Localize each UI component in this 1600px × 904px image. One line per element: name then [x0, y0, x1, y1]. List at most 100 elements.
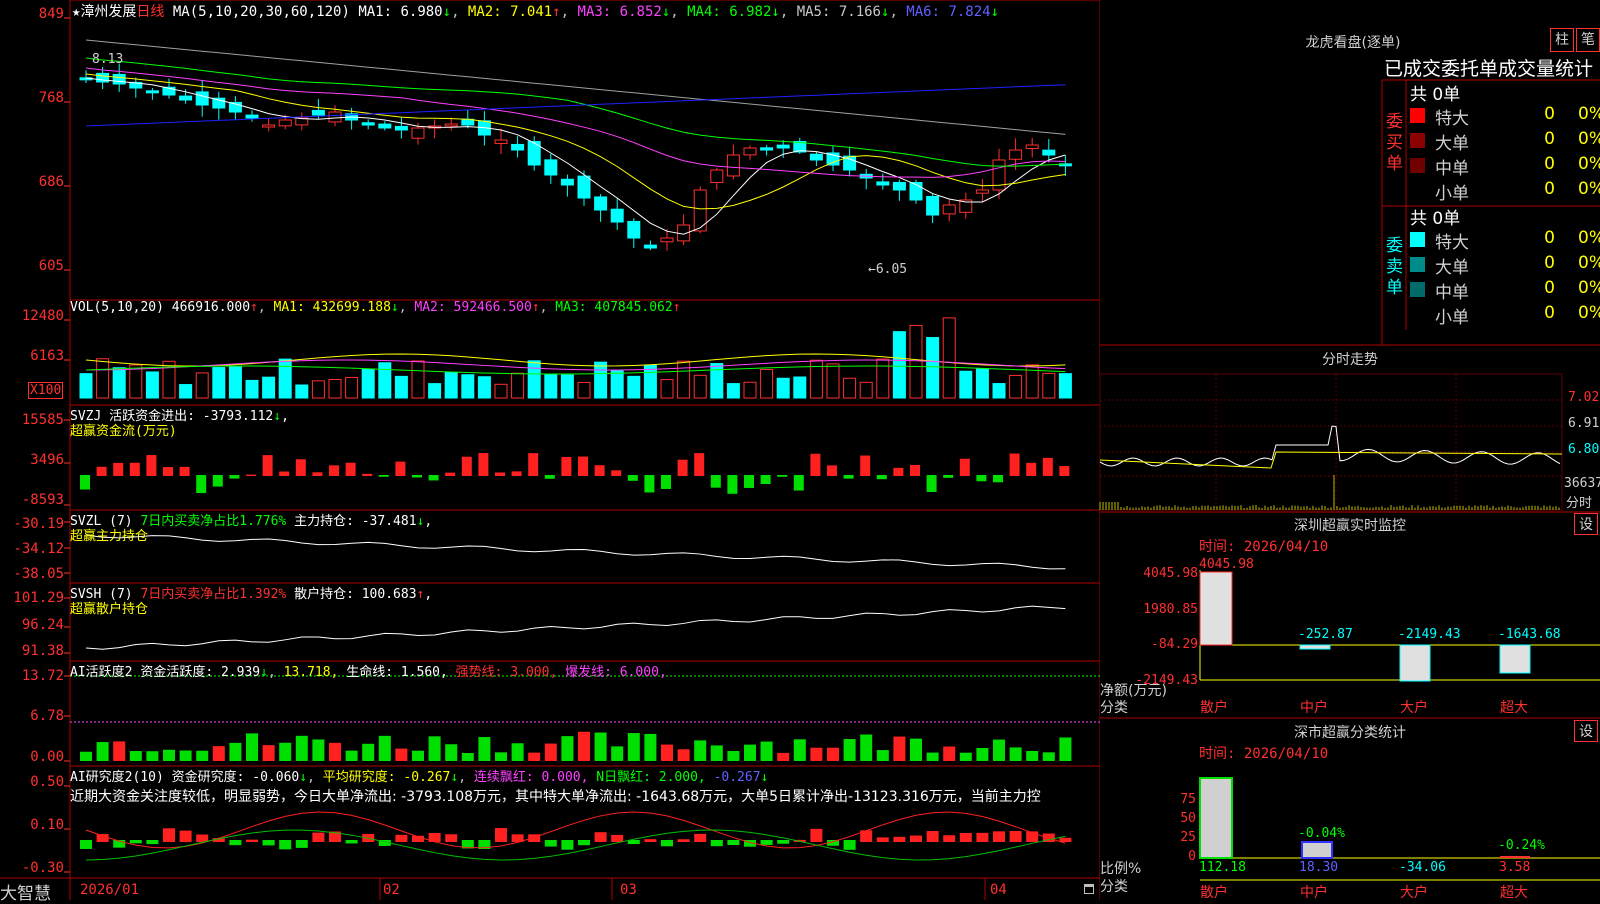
ai2-bar — [893, 836, 906, 842]
kline-chart-area[interactable] — [0, 0, 1100, 900]
ai2-bar — [710, 840, 723, 847]
svzj-bar — [196, 475, 207, 494]
volume-bar — [112, 367, 126, 399]
buy-xl-count: 0 — [1544, 104, 1555, 124]
ai1-bar — [113, 741, 126, 761]
date-label-0: 2026/01 — [80, 882, 140, 898]
intraday-vol-value: 36637 — [1564, 476, 1600, 491]
ai2-bar — [677, 839, 690, 842]
ai2-bar — [1009, 830, 1022, 842]
sell-s-swatch — [1410, 307, 1425, 322]
sell-xl-pct: 0% — [1578, 228, 1600, 248]
svzj-bar — [561, 456, 572, 476]
cls-ylabel: 比例% — [1100, 861, 1142, 877]
cls-cat-0: 散户 — [1200, 885, 1228, 901]
ai1-bar — [146, 751, 159, 761]
vol-params: VOL(5,10,20) — [70, 300, 164, 315]
buy-m-swatch — [1410, 158, 1425, 173]
volume-bar — [411, 360, 425, 399]
date-label-2: 03 — [620, 882, 637, 898]
ai2-bar — [561, 840, 574, 850]
ai1-bar — [362, 743, 375, 761]
bar-mode-button[interactable]: 柱 — [1550, 28, 1574, 52]
tick-mode-button[interactable]: 笔 — [1576, 28, 1600, 52]
svzj-bar — [246, 474, 256, 476]
svzj-bar — [893, 467, 904, 476]
svzj-bar — [395, 461, 406, 476]
stat-title: 已成交委托单成交量统计 — [1384, 58, 1594, 80]
ai1-bar — [760, 741, 773, 761]
ai1-ytick-0: 13.72 — [21, 668, 64, 684]
svzj-bar — [644, 475, 655, 493]
sell-row-xl: 特大 0 0% — [1410, 228, 1600, 253]
sz-cat-1: 中户 — [1300, 700, 1328, 716]
ai1-bar — [461, 752, 474, 761]
volume-bar — [760, 369, 774, 399]
volume-bar — [693, 374, 707, 399]
ai2-name: AI研究度2(10) — [70, 770, 164, 785]
intraday-title[interactable]: 分时走势 — [1100, 349, 1600, 369]
sz-settings-button[interactable]: 设 — [1574, 513, 1598, 535]
volume-bar — [527, 360, 541, 399]
buy-xl-swatch — [1410, 108, 1425, 123]
sell-row-s: 小单 0 0% — [1410, 303, 1600, 328]
ai1-bar — [1042, 752, 1055, 761]
period-label[interactable]: 日线 — [136, 4, 164, 20]
sz-xlabel: 分类 — [1100, 700, 1128, 716]
sz-cat-2: 大户 — [1400, 700, 1428, 716]
svzj-bar — [212, 475, 223, 487]
app-logo[interactable]: 大智慧 — [0, 879, 51, 904]
ai2-bar — [578, 840, 590, 846]
svzl-line — [85, 534, 1066, 570]
volume-bar — [594, 361, 608, 399]
sell-m-name: 中单 — [1435, 283, 1469, 303]
vol-ytick-0: 12480 — [21, 308, 64, 324]
ai1-bar — [428, 736, 441, 761]
volume-bar — [129, 364, 143, 399]
ai2-bar — [777, 840, 790, 844]
sell-m-swatch — [1410, 282, 1425, 297]
ai2-bar — [694, 833, 707, 842]
ai2-bar — [1059, 837, 1072, 842]
sz-bar-medium — [1299, 644, 1331, 650]
sell-xl-name: 特大 — [1435, 233, 1469, 253]
stock-name: 漳州发展 — [80, 4, 137, 20]
svzl-ytick-0: -30.19 — [13, 516, 64, 532]
ai1-bar — [727, 750, 740, 761]
volume-bar — [643, 364, 657, 399]
buy-row-m: 中单 0 0% — [1410, 154, 1600, 179]
volume-bar — [544, 374, 558, 399]
lock-icon[interactable] — [1084, 884, 1094, 894]
sell-l-name: 大单 — [1435, 258, 1469, 278]
volume-bar — [710, 363, 724, 399]
candle-body — [1009, 149, 1023, 160]
candle-body — [892, 181, 906, 191]
svzj-bar — [378, 475, 389, 477]
ai1-bar — [96, 742, 109, 761]
sell-l-swatch — [1410, 257, 1425, 272]
ai1-bar — [644, 733, 657, 761]
ai1-bar — [561, 736, 574, 761]
buy-s-swatch — [1410, 183, 1425, 198]
ai1-bar — [1026, 750, 1039, 761]
sell-l-pct: 0% — [1578, 253, 1600, 273]
svzj-bar — [910, 464, 920, 476]
cls-cat-3: 超大 — [1500, 885, 1528, 901]
volume-bar — [245, 379, 259, 399]
ai2-bar — [644, 839, 657, 842]
ai1-bar — [627, 733, 640, 761]
svzj-bar — [312, 472, 323, 476]
svzj-bar — [876, 475, 887, 480]
svzj-bar — [129, 462, 140, 476]
cls-settings-button[interactable]: 设 — [1574, 720, 1598, 742]
svzj-bar — [943, 475, 954, 478]
volume-bar — [295, 384, 309, 399]
candle-body — [926, 195, 940, 216]
sz-bar-retail — [1199, 571, 1233, 646]
vol-ma1-arrow: ↓ — [390, 300, 399, 315]
volume-bar — [826, 363, 840, 399]
panel-frame — [69, 0, 1100, 301]
buy-xl-pct: 0% — [1578, 104, 1600, 124]
volume-bar — [1009, 374, 1023, 399]
ai1-active: 资金活跃度: 2.939 — [140, 665, 261, 680]
